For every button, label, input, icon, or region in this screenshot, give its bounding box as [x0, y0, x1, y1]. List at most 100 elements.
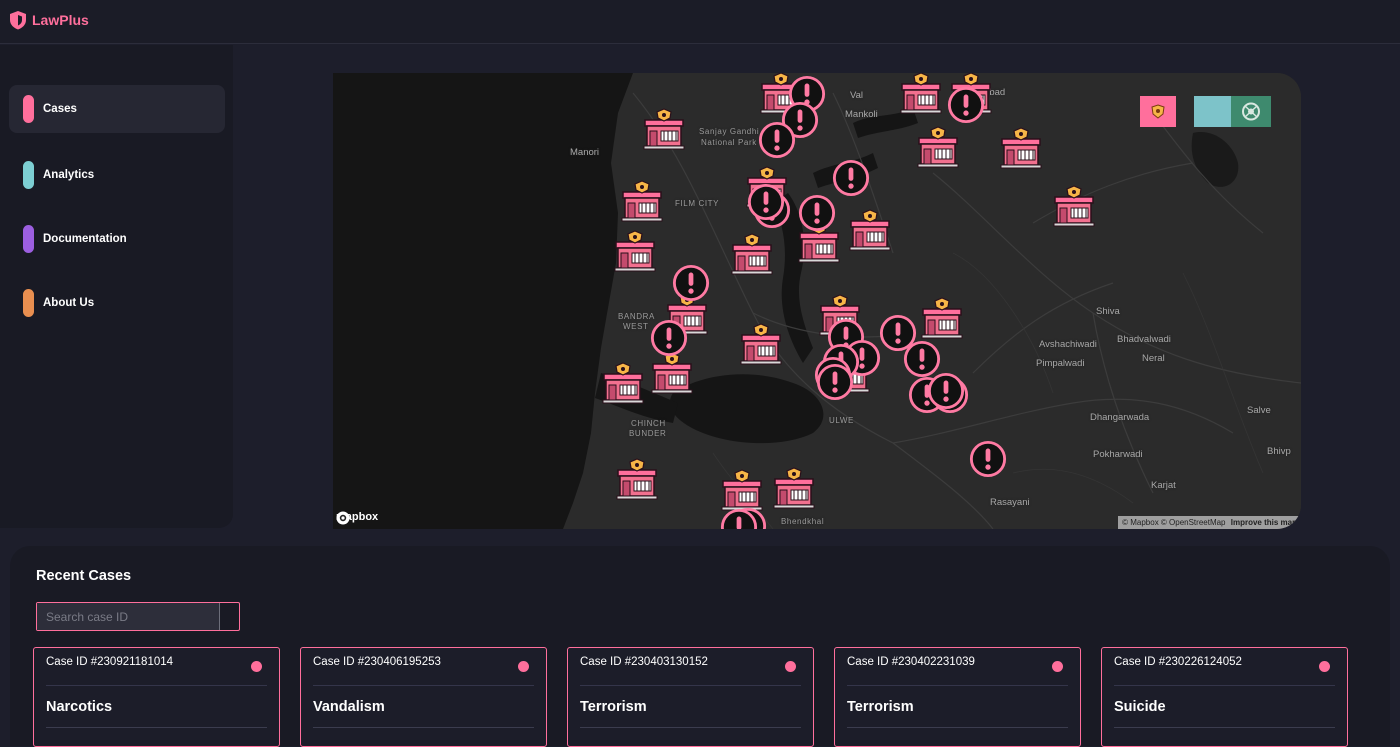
satellite-icon	[1242, 102, 1260, 121]
attribution-text[interactable]: © Mapbox © OpenStreetMap	[1122, 518, 1225, 527]
police-station-icon[interactable]	[612, 228, 658, 274]
map-label-avshachiwadi: Avshachiwadi	[1039, 339, 1097, 350]
case-card[interactable]: Case ID #230402231039 Terrorism	[834, 647, 1081, 747]
map-label-neral: Neral	[1142, 353, 1165, 364]
map-label-bhendkhal: Bhendkhal	[781, 517, 825, 526]
sidebar-item-label: Cases	[43, 103, 77, 115]
police-station-icon[interactable]	[847, 207, 893, 253]
map-label-rasayani: Rasayani	[990, 497, 1030, 508]
case-status-dot	[1052, 661, 1063, 672]
recent-cases-panel: Recent Cases Case ID #230921181014 Narco…	[10, 546, 1390, 747]
case-status-dot	[785, 661, 796, 672]
police-station-icon[interactable]	[1051, 183, 1097, 229]
cases-pill-icon	[23, 95, 34, 123]
map-label-national-park: National Park	[701, 138, 757, 147]
alert-icon[interactable]	[650, 319, 688, 357]
alert-icon[interactable]	[758, 121, 796, 159]
sidebar-item-label: Documentation	[43, 233, 127, 245]
alert-icon[interactable]	[969, 440, 1007, 478]
map-label-manori: Manori	[570, 147, 600, 158]
analytics-pill-icon	[23, 161, 34, 189]
police-station-icon[interactable]	[619, 178, 665, 224]
case-card[interactable]: Case ID #230226124052 Suicide	[1101, 647, 1348, 747]
police-station-icon[interactable]	[729, 231, 775, 277]
map-label-dhangarwada: Dhangarwada	[1090, 412, 1150, 423]
alert-icon[interactable]	[747, 183, 785, 221]
alert-icon[interactable]	[832, 159, 870, 197]
police-station-icon[interactable]	[641, 106, 687, 152]
case-status-dot	[518, 661, 529, 672]
mapbox-logo[interactable]: mapbox	[336, 511, 378, 525]
app-name: LawPlus	[32, 12, 89, 28]
police-station-icon[interactable]	[898, 73, 944, 116]
satellite-toggle[interactable]	[1231, 96, 1271, 127]
alert-icon[interactable]	[672, 264, 710, 302]
case-card[interactable]: Case ID #230406195253 Vandalism	[300, 647, 547, 747]
map-label-val: Val	[850, 90, 864, 101]
map-label-karjat: Karjat	[1151, 480, 1176, 491]
top-bar: LawPlus	[0, 0, 1400, 44]
map-label-ulwe: ULWE	[829, 416, 854, 425]
sidebar-item-documentation[interactable]: Documentation	[9, 215, 225, 263]
case-id: Case ID #230403130152	[580, 656, 708, 668]
sidebar-item-label: Analytics	[43, 169, 95, 181]
search-box	[36, 602, 240, 631]
search-case-input[interactable]	[37, 603, 220, 630]
police-station-icon[interactable]	[998, 125, 1044, 171]
brand[interactable]: LawPlus	[9, 10, 89, 30]
case-divider	[580, 685, 801, 686]
case-divider	[313, 727, 534, 728]
shield-logo-icon	[10, 11, 26, 30]
search-button[interactable]	[220, 603, 239, 630]
map-label-pokharwadi: Pokharwadi	[1093, 449, 1143, 460]
case-divider	[847, 685, 1068, 686]
map-label-bhivp: Bhivp	[1267, 446, 1291, 457]
police-station-icon[interactable]	[738, 321, 784, 367]
case-type: Terrorism	[847, 699, 914, 715]
alert-icon[interactable]	[947, 86, 985, 124]
map-style-toggle[interactable]	[1194, 96, 1231, 127]
crime-map[interactable]: Val Mankoli Sanjay Gandhi National Park …	[333, 73, 1301, 529]
police-station-icon[interactable]	[600, 360, 646, 406]
map-label-bhadvalwadi: Bhadvalwadi	[1117, 334, 1171, 345]
police-station-icon[interactable]	[919, 295, 965, 341]
case-status-dot	[1319, 661, 1330, 672]
sidebar-item-about-us[interactable]: About Us	[9, 279, 225, 327]
case-divider	[46, 727, 267, 728]
alert-icon[interactable]	[798, 194, 836, 232]
police-station-icon[interactable]	[614, 456, 660, 502]
map-label-bunder: BUNDER	[629, 429, 667, 438]
map-label-mankoli: Mankoli	[845, 109, 878, 120]
map-label-pimpalwadi: Pimpalwadi	[1036, 358, 1085, 369]
case-id: Case ID #230406195253	[313, 656, 441, 668]
map-label-salve: Salve	[1247, 405, 1271, 416]
about-pill-icon	[23, 289, 34, 317]
case-divider	[1114, 685, 1335, 686]
map-label-shiva: Shiva	[1096, 306, 1120, 317]
case-card[interactable]: Case ID #230403130152 Terrorism	[567, 647, 814, 747]
case-divider	[847, 727, 1068, 728]
sidebar-item-analytics[interactable]: Analytics	[9, 151, 225, 199]
recent-cases-title: Recent Cases	[36, 568, 132, 584]
sidebar: Cases Analytics Documentation About Us	[0, 45, 233, 528]
sidebar-item-cases[interactable]: Cases	[9, 85, 225, 133]
documentation-pill-icon	[23, 225, 34, 253]
map-label-sanjay-gandhi: Sanjay Gandhi	[699, 127, 760, 136]
police-station-icon[interactable]	[771, 465, 817, 511]
case-divider	[580, 727, 801, 728]
improve-map-link[interactable]: Improve this map	[1231, 518, 1297, 527]
police-station-toggle[interactable]	[1140, 96, 1176, 127]
case-divider	[46, 685, 267, 686]
map-label-west: WEST	[623, 322, 649, 331]
case-type: Narcotics	[46, 699, 113, 715]
case-card[interactable]: Case ID #230921181014 Narcotics	[33, 647, 280, 747]
alert-icon[interactable]	[720, 508, 758, 529]
case-type: Terrorism	[580, 699, 647, 715]
case-divider	[313, 685, 534, 686]
badge-icon	[1151, 104, 1165, 119]
alert-icon[interactable]	[927, 372, 965, 410]
case-status-dot	[251, 661, 262, 672]
police-station-icon[interactable]	[915, 124, 961, 170]
mapbox-logo-icon	[336, 511, 350, 525]
alert-icon[interactable]	[816, 363, 854, 401]
